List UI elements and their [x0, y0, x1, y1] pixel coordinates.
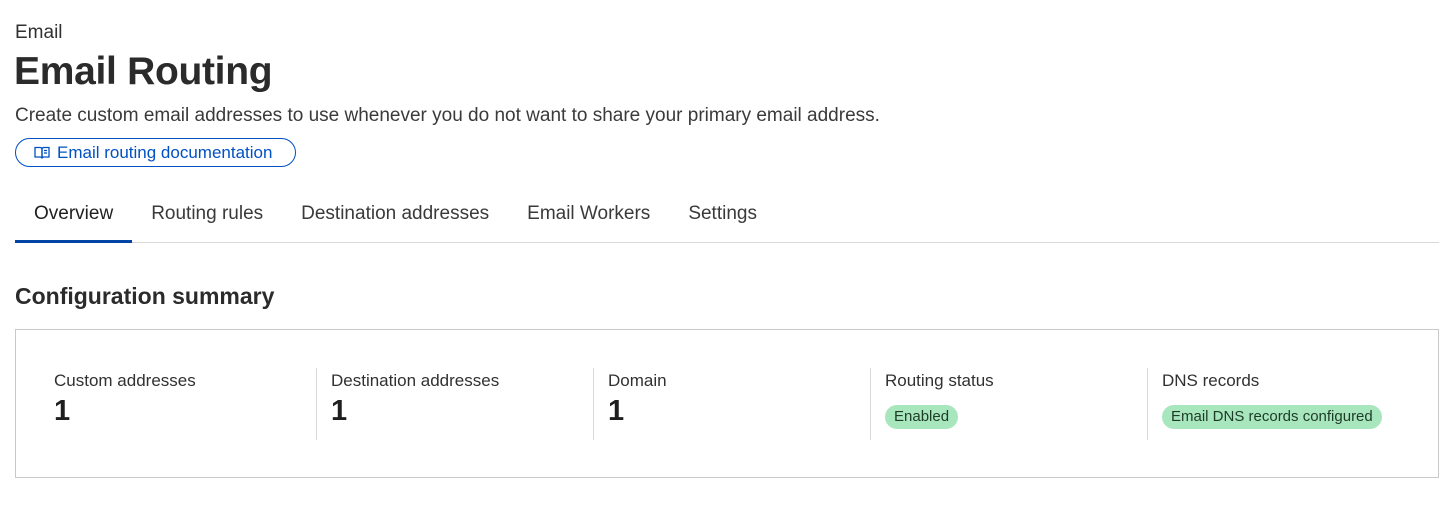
email-routing-page: Email Email Routing Create custom email …	[0, 0, 1456, 506]
page-description: Create custom email addresses to use whe…	[15, 105, 880, 126]
stat-custom-addresses: Custom addresses 1	[39, 368, 316, 440]
tab-overview[interactable]: Overview	[15, 190, 133, 243]
tab-destination-addresses[interactable]: Destination addresses	[282, 190, 508, 242]
status-badge-enabled: Enabled	[885, 405, 959, 429]
status-badge-dns-configured: Email DNS records configured	[1162, 405, 1382, 429]
stat-value: 1	[331, 395, 348, 427]
stat-destination-addresses: Destination addresses 1	[316, 368, 593, 440]
stat-value: 1	[608, 395, 625, 427]
stat-domain: Domain 1	[593, 368, 870, 440]
email-routing-documentation-link[interactable]: Email routing documentation	[15, 138, 296, 167]
stat-value: 1	[54, 395, 71, 427]
tab-routing-rules[interactable]: Routing rules	[132, 190, 282, 242]
stat-dns-records: DNS records Email DNS records configured	[1147, 368, 1424, 440]
page-title: Email Routing	[14, 50, 273, 93]
configuration-summary-card: Custom addresses 1 Destination addresses…	[15, 329, 1439, 478]
breadcrumb[interactable]: Email	[15, 22, 63, 44]
stat-routing-status: Routing status Enabled	[870, 368, 1147, 440]
tab-email-workers[interactable]: Email Workers	[508, 190, 669, 242]
stat-label: Custom addresses	[54, 371, 196, 390]
stat-label: Destination addresses	[331, 371, 500, 390]
stat-label: Routing status	[885, 371, 994, 390]
doc-link-label: Email routing documentation	[57, 142, 273, 162]
stat-label: Domain	[608, 371, 667, 390]
tab-settings[interactable]: Settings	[669, 190, 776, 242]
book-icon	[34, 146, 50, 159]
stat-label: DNS records	[1162, 371, 1260, 390]
section-title-configuration-summary: Configuration summary	[15, 283, 275, 309]
tab-bar: Overview Routing rules Destination addre…	[15, 190, 1439, 243]
